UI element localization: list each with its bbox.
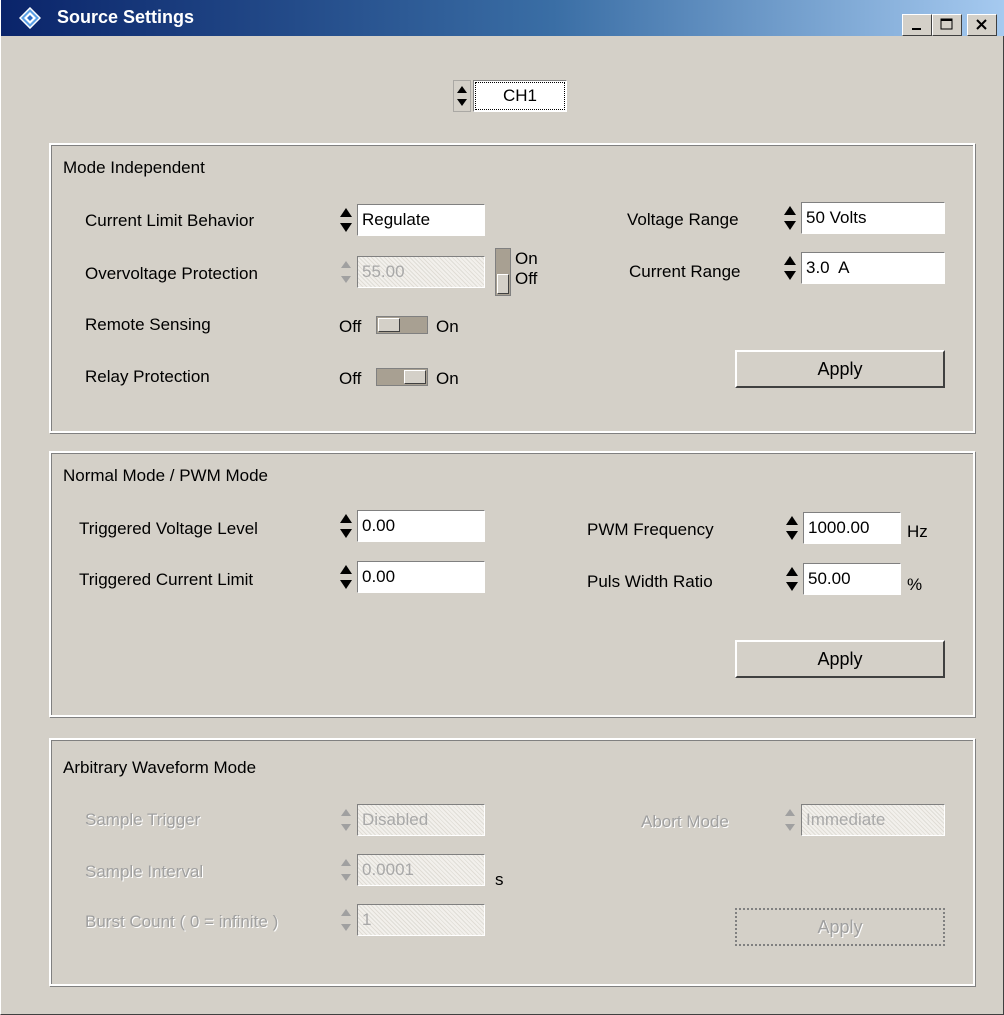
burst-count-label: Burst Count ( 0 = infinite )	[85, 912, 279, 931]
sample-interval-field: 0.0001	[357, 854, 485, 886]
apply-button-mode-independent[interactable]: Apply	[735, 350, 945, 388]
normal-pwm-title: Normal Mode / PWM Mode	[63, 466, 268, 485]
triggered-current-spin-icon[interactable]	[337, 561, 355, 593]
current-limit-spin-icon[interactable]	[337, 204, 355, 236]
relay-protection-toggle[interactable]	[376, 368, 428, 386]
pwm-frequency-field[interactable]: 1000.00	[803, 512, 901, 544]
relay-protection-off-label: Off	[339, 369, 362, 388]
puls-width-ratio-label: Puls Width Ratio	[587, 572, 713, 591]
remote-sensing-off-label: Off	[339, 317, 362, 336]
app-icon	[18, 6, 42, 30]
sample-interval-spin-icon	[337, 854, 355, 886]
title-bar[interactable]: Source Settings	[1, 0, 1004, 36]
current-range-spin-icon[interactable]	[781, 252, 799, 284]
minimize-button[interactable]	[902, 14, 932, 36]
relay-protection-label: Relay Protection	[85, 367, 210, 386]
mode-independent-group	[49, 143, 975, 433]
voltage-range-label: Voltage Range	[627, 210, 739, 229]
triggered-voltage-field[interactable]: 0.00	[357, 510, 485, 542]
remote-sensing-label: Remote Sensing	[85, 315, 211, 334]
triggered-voltage-label: Triggered Voltage Level	[79, 519, 258, 538]
apply-button-arbitrary: Apply	[735, 908, 945, 946]
channel-spin-icon[interactable]	[453, 80, 471, 112]
pwm-frequency-spin-icon[interactable]	[783, 512, 801, 544]
sample-interval-label: Sample Interval	[85, 862, 204, 881]
sample-trigger-field: Disabled	[357, 804, 485, 836]
current-range-field[interactable]: 3.0 A	[801, 252, 945, 284]
current-limit-behavior-field[interactable]: Regulate	[357, 204, 485, 236]
relay-protection-on-label: On	[436, 369, 459, 388]
abort-mode-spin-icon	[781, 804, 799, 836]
sample-trigger-label: Sample Trigger	[85, 810, 201, 829]
triggered-current-label: Triggered Current Limit	[79, 570, 254, 589]
overvoltage-spin-icon	[337, 256, 355, 288]
sample-interval-unit: s	[495, 870, 504, 889]
puls-width-ratio-field[interactable]: 50.00	[803, 563, 901, 595]
voltage-range-field[interactable]: 50 Volts	[801, 202, 945, 234]
current-range-label: Current Range	[629, 262, 741, 281]
channel-selector[interactable]: CH1	[473, 80, 567, 112]
overvoltage-protection-label: Overvoltage Protection	[85, 264, 258, 283]
pwm-frequency-label: PWM Frequency	[587, 520, 714, 539]
close-button[interactable]	[967, 14, 997, 36]
pwm-frequency-unit: Hz	[907, 522, 928, 541]
mode-independent-title: Mode Independent	[63, 158, 205, 177]
arbitrary-waveform-title: Arbitrary Waveform Mode	[63, 758, 257, 777]
apply-button-normal-pwm[interactable]: Apply	[735, 640, 945, 678]
overvoltage-toggle[interactable]	[495, 248, 511, 296]
burst-count-spin-icon	[337, 904, 355, 936]
current-limit-behavior-label: Current Limit Behavior	[85, 211, 255, 230]
sample-trigger-spin-icon	[337, 804, 355, 836]
overvoltage-off-label: Off	[515, 269, 538, 288]
maximize-button[interactable]	[932, 14, 962, 36]
abort-mode-field: Immediate	[801, 804, 945, 836]
triggered-current-field[interactable]: 0.00	[357, 561, 485, 593]
puls-width-spin-icon[interactable]	[783, 563, 801, 595]
puls-width-unit: %	[907, 575, 923, 594]
triggered-voltage-spin-icon[interactable]	[337, 510, 355, 542]
overvoltage-protection-field: 55.00	[357, 256, 485, 288]
abort-mode-label: Abort Mode	[641, 812, 729, 831]
burst-count-field: 1	[357, 904, 485, 936]
overvoltage-on-label: On	[515, 249, 538, 268]
remote-sensing-toggle[interactable]	[376, 316, 428, 334]
voltage-range-spin-icon[interactable]	[781, 202, 799, 234]
window-title: Source Settings	[57, 7, 195, 27]
source-settings-window: Source Settings CH1 Mode Independent Cur…	[0, 0, 1004, 1015]
remote-sensing-on-label: On	[436, 317, 459, 336]
